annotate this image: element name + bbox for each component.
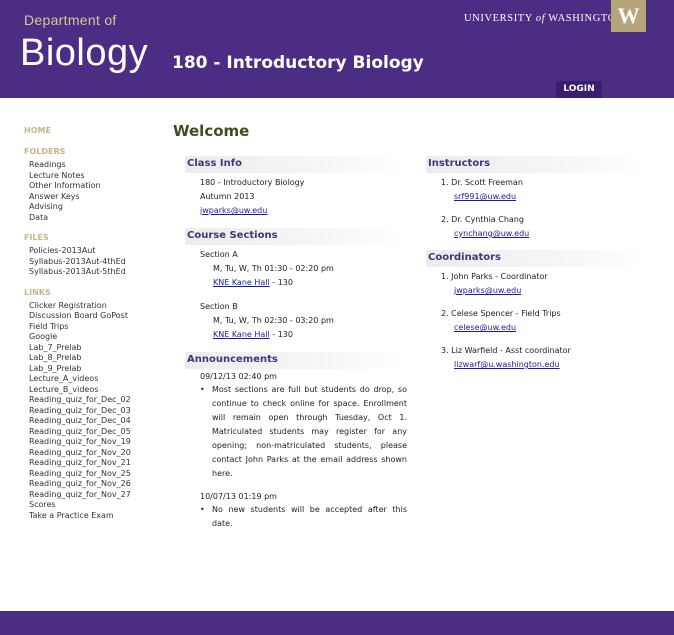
coordinator-item: 3. Liz Warfield - Asst coordinator lizwa… [426,344,648,372]
instructor-email-link[interactable]: cynchang@uw.edu [454,229,529,238]
sidebar-link[interactable]: Lab_8_Prelab [29,353,164,364]
course-sections-heading: Course Sections [185,228,407,245]
sidebar-links-list: Clicker Registration Discussion Board GoP… [29,301,164,522]
sidebar-link[interactable]: Reading_quiz_for_Nov_20 [29,448,164,459]
right-column: Instructors 1. Dr. Scott Freeman srf991@… [426,156,648,381]
department-name[interactable]: Biology [20,32,148,75]
section-a-name: Section A [200,250,238,259]
sidebar-folder-link[interactable]: Readings [29,160,164,171]
sidebar-link[interactable]: Field Trips [29,322,164,333]
sidebar-folders-list: Readings Lecture Notes Other Information An… [29,160,164,223]
section-b-hall-link[interactable]: KNE Kane Hall [213,330,270,339]
section-b-name: Section B [200,302,238,311]
announcement-item: 09/12/13 02:40 pm Most sections are full… [185,372,407,481]
sidebar-folder-link[interactable]: Answer Keys [29,192,164,203]
site-footer [0,611,674,635]
class-info-heading: Class Info [185,156,407,173]
sidebar-folder-link[interactable]: Advising [29,202,164,213]
sidebar-file-link[interactable]: Syllabus-2013Aut-4thEd [29,257,164,268]
coordinator-item: 1. John Parks - Coordinator jwparks@uw.e… [426,270,648,298]
class-info-course: 180 - Introductory Biology [200,178,305,187]
coordinator-name: 1. John Parks - Coordinator [441,272,548,281]
sidebar-folders-heading: FOLDERS [24,147,66,156]
sidebar-link[interactable]: Lecture_A_videos [29,374,164,385]
sidebar-link[interactable]: Reading_quiz_for_Nov_25 [29,469,164,480]
coordinator-email-link[interactable]: lizwarf@u.washington.edu [454,360,560,369]
class-info-body: 180 - Introductory Biology Autumn 2013 j… [185,176,407,218]
department-label: Department of [24,12,117,28]
sidebar-links-heading: LINKS [24,287,51,297]
sidebar-link[interactable]: Reading_quiz_for_Dec_05 [29,427,164,438]
section-a-hall-link[interactable]: KNE Kane Hall [213,278,270,287]
course-title: 180 - Introductory Biology [172,53,424,73]
section-a-time: M, Tu, W, Th 01:30 - 02:20 pm [213,264,334,273]
section-b-time: M, Tu, W, Th 02:30 - 03:20 pm [213,316,334,325]
course-sections-body: Section A M, Tu, W, Th 01:30 - 02:20 pm … [185,248,407,342]
sidebar-link[interactable]: Lecture_B_videos [29,385,164,396]
sidebar-link[interactable]: Reading_quiz_for_Nov_19 [29,437,164,448]
coordinators-heading: Coordinators [426,250,648,267]
announcements-heading: Announcements [185,352,407,369]
class-info-term: Autumn 2013 [200,192,255,201]
sidebar-file-link[interactable]: Policies-2013Aut [29,246,164,257]
instructor-name: 2. Dr. Cynthia Chang [441,215,524,224]
section-b-location: KNE Kane Hall - 130 [200,328,407,342]
page-title: Welcome [173,122,250,140]
sidebar-link[interactable]: Clicker Registration [29,301,164,312]
announcement-text: Most sections are full but students do d… [185,383,407,481]
sidebar-link[interactable]: Scores [29,500,164,511]
instructor-item: 2. Dr. Cynthia Chang cynchang@uw.edu [426,213,648,241]
sidebar-link[interactable]: Reading_quiz_for_Dec_04 [29,416,164,427]
sidebar-link[interactable]: Lab_7_Prelab [29,343,164,354]
announcement-date: 09/12/13 02:40 pm [200,372,277,381]
coordinator-name: 3. Liz Warfield - Asst coordinator [441,346,571,355]
announcement-text: No new students will be accepted after t… [185,503,407,531]
sidebar-home-link[interactable]: HOME [24,126,164,135]
section-a-location: KNE Kane Hall - 130 [200,276,407,290]
university-wordmark[interactable]: UNIVERSITY of WASHINGTON [464,13,624,24]
sidebar-link[interactable]: Reading_quiz_for_Nov_27 [29,490,164,501]
coordinator-item: 2. Celese Spencer - Field Trips celese@u… [426,307,648,335]
instructor-email-link[interactable]: srf991@uw.edu [454,192,516,201]
sidebar-link[interactable]: Take a Practice Exam [29,511,164,522]
sidebar-file-link[interactable]: Syllabus-2013Aut-5thEd [29,267,164,278]
sidebar-folder-link[interactable]: Data [29,213,164,224]
class-info-email-link[interactable]: jwparks@uw.edu [200,206,267,215]
announcement-date: 10/07/13 01:19 pm [200,492,277,501]
sidebar-link[interactable]: Google [29,332,164,343]
login-button[interactable]: LOGIN [556,81,602,98]
coordinator-email-link[interactable]: celese@uw.edu [454,323,516,332]
announcement-item: 10/07/13 01:19 pm No new students will b… [185,492,407,531]
site-header: Department of Biology 180 - Introductory… [0,0,674,98]
coordinator-name: 2. Celese Spencer - Field Trips [441,309,561,318]
section-a-room: - 130 [269,278,293,287]
section-b-room: - 130 [269,330,293,339]
uw-wordmark-of: of [535,13,546,24]
uw-wordmark-left: UNIVERSITY [464,13,533,24]
sidebar-files-heading: FILES [24,233,49,242]
instructors-heading: Instructors [426,156,648,173]
sidebar-files-list: Policies-2013Aut Syllabus-2013Aut-4thEd Sy… [29,246,164,278]
uw-logo-icon[interactable]: W [611,0,646,32]
sidebar-link[interactable]: Reading_quiz_for_Dec_02 [29,395,164,406]
left-column: Class Info 180 - Introductory Biology Au… [185,156,407,542]
instructor-name: 1. Dr. Scott Freeman [441,178,523,187]
sidebar-folder-link[interactable]: Lecture Notes [29,171,164,182]
sidebar-nav: HOME FOLDERS Readings Lecture Notes Other … [24,126,164,531]
instructor-item: 1. Dr. Scott Freeman srf991@uw.edu [426,176,648,204]
sidebar-link[interactable]: Reading_quiz_for_Dec_03 [29,406,164,417]
sidebar-folder-link[interactable]: Other Information [29,181,164,192]
sidebar-link[interactable]: Discussion Board GoPost [29,311,164,322]
sidebar-link[interactable]: Reading_quiz_for_Nov_26 [29,479,164,490]
coordinator-email-link[interactable]: jwparks@uw.edu [454,286,521,295]
sidebar-link[interactable]: Reading_quiz_for_Nov_21 [29,458,164,469]
sidebar-link[interactable]: Lab_9_Prelab [29,364,164,375]
